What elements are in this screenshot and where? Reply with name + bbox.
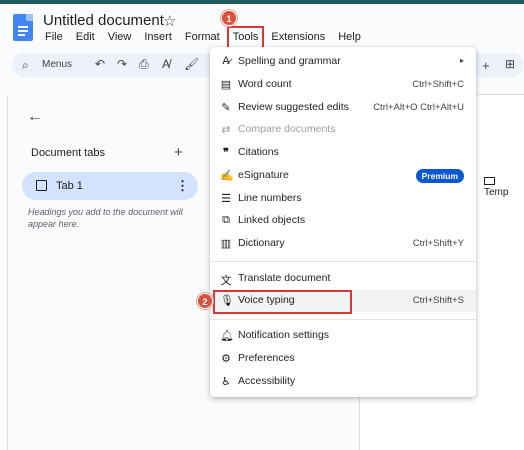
print-icon[interactable]: ⎙ [139, 57, 149, 72]
line-numbers-icon: ☰ [221, 193, 231, 205]
menu-item-review-edits[interactable]: ✎ Review suggested edits Ctrl+Alt+O Ctrl… [210, 97, 476, 119]
document-tabs-heading: Document tabs [31, 147, 105, 159]
dictionary-icon: ▥ [220, 238, 232, 250]
back-arrow-icon[interactable]: ← [27, 108, 43, 126]
menu-item-translate-document[interactable]: 文 Translate document [210, 268, 476, 290]
quote-icon: ❞ [223, 147, 229, 159]
menu-item-line-numbers[interactable]: ☰ Line numbers [210, 188, 476, 210]
more-toolbar-icon[interactable]: ⊞ [505, 57, 515, 71]
outline-hint: Headings you add to the document will ap… [28, 207, 183, 229]
preferences-icon: ⚙ [221, 353, 231, 365]
premium-badge: Premium [415, 169, 464, 183]
menu-separator [210, 319, 476, 320]
menu-item-dictionary[interactable]: ▥ Dictionary Ctrl+Shift+Y [210, 233, 476, 255]
spellcheck-icon: A̷ [222, 55, 230, 67]
template-icon [484, 177, 495, 186]
voice-typing-highlight [213, 290, 352, 314]
docs-logo-icon[interactable] [13, 14, 33, 41]
template-chip[interactable]: Temp [484, 176, 524, 198]
spellcheck-toolbar-icon[interactable]: A̸ [162, 57, 170, 71]
more-vert-icon[interactable]: ⋮ [176, 178, 189, 194]
menu-edit[interactable]: Edit [75, 31, 96, 49]
template-chip-label: Temp [484, 187, 509, 198]
tab-1[interactable] [22, 172, 198, 200]
menu-item-preferences[interactable]: ⚙ Preferences [210, 348, 476, 370]
menu-view[interactable]: View [107, 31, 133, 49]
signature-icon: ✍ [220, 170, 234, 182]
menu-item-notification-settings[interactable]: 🔔︎ Notification settings [210, 325, 476, 347]
tab-1-label[interactable]: Tab 1 [56, 180, 83, 192]
menu-item-compare-documents: ⇄ Compare documents [221, 123, 336, 136]
star-icon[interactable]: ☆ [163, 12, 176, 30]
submenu-arrow-icon: ▸ [459, 56, 464, 65]
menu-item-spelling-grammar[interactable]: A̷ Spelling and grammar ▸ [210, 51, 476, 73]
menu-file[interactable]: File [44, 31, 64, 49]
compare-icon: ⇄ [221, 124, 231, 136]
tools-menu: A̷ Spelling and grammar ▸ ▤ Word count C… [210, 47, 476, 397]
menu-tools[interactable]: Tools [226, 26, 265, 49]
menus-search-button[interactable]: ⌕ Menus [12, 53, 86, 77]
menu-item-citations[interactable]: ❞ Citations [210, 142, 476, 164]
menu-insert[interactable]: Insert [143, 31, 173, 49]
undo-icon[interactable]: ↶ [95, 57, 105, 71]
add-tab-icon[interactable]: + [174, 144, 183, 161]
vertical-ruler [0, 95, 8, 450]
word-count-icon: ▤ [220, 79, 232, 91]
menu-separator [210, 261, 476, 262]
increase-font-icon[interactable]: + [482, 58, 490, 73]
step-badge-2: 2 [197, 293, 213, 309]
menu-item-linked-objects[interactable]: ⧉ Linked objects [210, 210, 476, 232]
linked-objects-icon: ⧉ [222, 214, 230, 226]
translate-icon: 文 [220, 275, 232, 287]
step-badge-1: 1 [221, 10, 237, 26]
bell-icon: 🔔︎ [220, 330, 234, 342]
menus-label: Menus [42, 59, 73, 70]
menu-item-word-count[interactable]: ▤ Word count Ctrl+Shift+C [210, 74, 476, 96]
menu-item-accessibility[interactable]: ♿︎ Accessibility [210, 371, 476, 393]
horizontal-ruler [477, 81, 524, 95]
tab-doc-icon [36, 180, 47, 191]
search-icon: ⌕ [22, 58, 29, 72]
document-title[interactable]: Untitled document [43, 12, 164, 29]
window-top-strip [0, 0, 524, 4]
review-edits-icon: ✎ [221, 102, 231, 114]
menu-item-esignature[interactable]: ✍ eSignature Premium [210, 165, 476, 187]
redo-icon[interactable]: ↷ [117, 57, 127, 71]
accessibility-icon: ♿︎ [221, 376, 231, 388]
paint-format-icon[interactable]: 🖌︎ [184, 57, 199, 71]
